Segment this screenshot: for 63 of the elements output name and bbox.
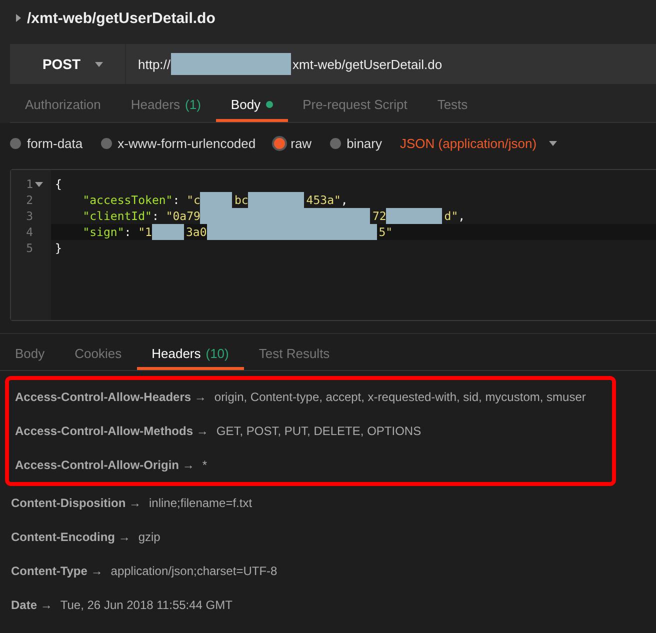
header-value: *	[202, 458, 208, 472]
line-number: 5	[25, 240, 34, 256]
header-value: GET, POST, PUT, DELETE, OPTIONS	[216, 424, 422, 438]
radio-button[interactable]	[274, 138, 285, 148]
response-tab[interactable]: Cookies	[60, 334, 137, 370]
header-value: origin, Content-type, accept, x-requested-with, sid, mycustom, smuser	[214, 390, 586, 404]
code-token: }	[55, 241, 62, 255]
body-mode-option[interactable]: form-data	[10, 136, 83, 150]
header-name: Access-Control-Allow-Headers →	[15, 390, 206, 404]
header-name: Content-Encoding →	[11, 530, 130, 544]
line-number: 2	[25, 192, 34, 208]
body-mode-option[interactable]: raw	[274, 136, 312, 150]
fold-icon	[35, 182, 43, 186]
code-token: "clientId"	[82, 209, 152, 223]
url-field[interactable]: http:// xmt-web/getUserDetail.do	[126, 44, 656, 84]
code-token: ,	[458, 209, 466, 223]
request-tab[interactable]: Body	[216, 84, 288, 122]
code-token: ,	[340, 193, 348, 207]
caret-icon	[94, 62, 103, 66]
code-token: 453a"	[306, 193, 341, 207]
header-name: Access-Control-Allow-Methods →	[15, 424, 208, 438]
header-value: inline;filename=f.txt	[149, 496, 252, 510]
code-token: 5"	[378, 225, 393, 239]
header-name: Content-Disposition →	[11, 496, 141, 510]
code-token: bc	[234, 193, 248, 207]
body-mode-option[interactable]: x-www-form-urlencoded	[100, 136, 256, 150]
code-token: {	[55, 177, 62, 191]
code-token: "sign"	[82, 225, 124, 239]
line-number: 1	[11, 176, 51, 192]
line-number: 3	[25, 208, 34, 224]
content-type-dropdown[interactable]: JSON (application/json)	[400, 136, 557, 150]
line-number: 4	[25, 224, 34, 240]
method-dropdown[interactable]: POST	[10, 44, 126, 84]
radio-button[interactable]	[330, 138, 341, 148]
code-token: :	[124, 225, 132, 239]
code-editor[interactable]: 1 2 3 4 5 { "accessToken": "c bc 453a", "clientId": "0a79 72 d", "sign": "1 3a0 5" }	[10, 169, 656, 321]
request-tab[interactable]: Headers (1)	[116, 84, 216, 122]
request-title: /xmt-web/getUserDetail.do	[27, 10, 216, 26]
code-token: :	[152, 209, 160, 223]
header-name: Content-Type →	[11, 564, 103, 578]
response-tab[interactable]: Test Results	[244, 334, 345, 370]
header-value: application/json;charset=UTF-8	[110, 564, 278, 578]
code-token: d"	[444, 209, 458, 223]
code-token: "0a79	[166, 209, 200, 223]
code-token: "c	[186, 193, 200, 207]
header-value: gzip	[138, 530, 160, 544]
radio-button[interactable]	[10, 138, 21, 148]
radio-button[interactable]	[100, 138, 112, 148]
redaction-block	[386, 208, 442, 224]
redaction-block	[152, 224, 184, 240]
code-token: :	[172, 193, 181, 207]
body-mode-option[interactable]: binary	[330, 136, 382, 150]
code-token: "1	[138, 225, 152, 239]
code-token: 3a0	[186, 225, 207, 239]
code-token: "accessToken"	[82, 193, 173, 207]
response-tab[interactable]: Headers (10)	[136, 334, 244, 370]
header-name: Access-Control-Allow-Origin →	[15, 458, 194, 472]
response-tab[interactable]: Body	[0, 334, 60, 370]
code-token: 72	[372, 209, 386, 223]
caret-icon	[548, 140, 557, 146]
header-name: Date →	[11, 598, 52, 612]
expand-icon[interactable]	[16, 14, 21, 22]
header-value: Tue, 26 Jun 2018 11:55:44 GMT	[60, 598, 232, 612]
